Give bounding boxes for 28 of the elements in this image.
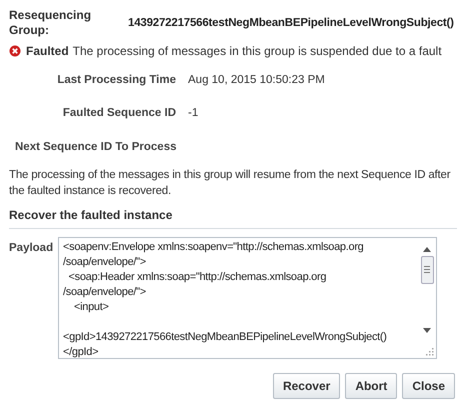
scroll-down-icon[interactable] (423, 328, 431, 334)
status-label: Faulted (26, 43, 69, 60)
field-value: -1 (188, 106, 198, 122)
next-sequence-label: Next Sequence ID To Process (15, 140, 178, 154)
payload-line: /soap/envelope/"> (63, 284, 146, 300)
scroll-thumb[interactable] (420, 256, 434, 284)
group-value: 1439272217566testNegMbeanBEPipelineLevelWrongSubject() (128, 16, 454, 31)
group-label: Resequencing Group: (9, 8, 92, 38)
scroll-up-icon[interactable] (423, 246, 431, 252)
payload-line: <soapenv:Envelope xmlns:soapenv="http://schemas.xmlsoap.org (63, 240, 364, 255)
payload-line: /soap/envelope/"> (63, 254, 146, 270)
payload-line: <gpId>1439272217566testNegMbeanBEPipelineLevelWrongSubject() (63, 330, 387, 345)
action-button[interactable]: Close (402, 372, 455, 399)
error-icon (9, 45, 21, 57)
field-value: Aug 10, 2015 10:50:23 PM (188, 73, 325, 88)
resize-grip-icon[interactable] (425, 346, 434, 356)
payload-label: Payload (9, 240, 54, 256)
payload-line: <soap:Header xmlns:soap="http://schemas.xmlsoap.org (68, 270, 326, 285)
section-title: Recover the faulted instance (9, 206, 174, 224)
payload-line: <input> (73, 300, 109, 315)
action-button[interactable]: Recover (272, 372, 340, 399)
action-button[interactable]: Abort (345, 372, 398, 399)
field-label: Last Processing Time (56, 73, 176, 88)
status-message: The processing of messages in this group is suspended due to a fault (72, 43, 442, 60)
field-label: Faulted Sequence ID (62, 106, 176, 122)
payload-line: </gpId> (63, 344, 98, 360)
recovery-note: The processing of the messages in this group will resume from the next Sequence ID after the faulted instance is recovered. (9, 168, 452, 199)
payload-field[interactable] (58, 236, 437, 359)
